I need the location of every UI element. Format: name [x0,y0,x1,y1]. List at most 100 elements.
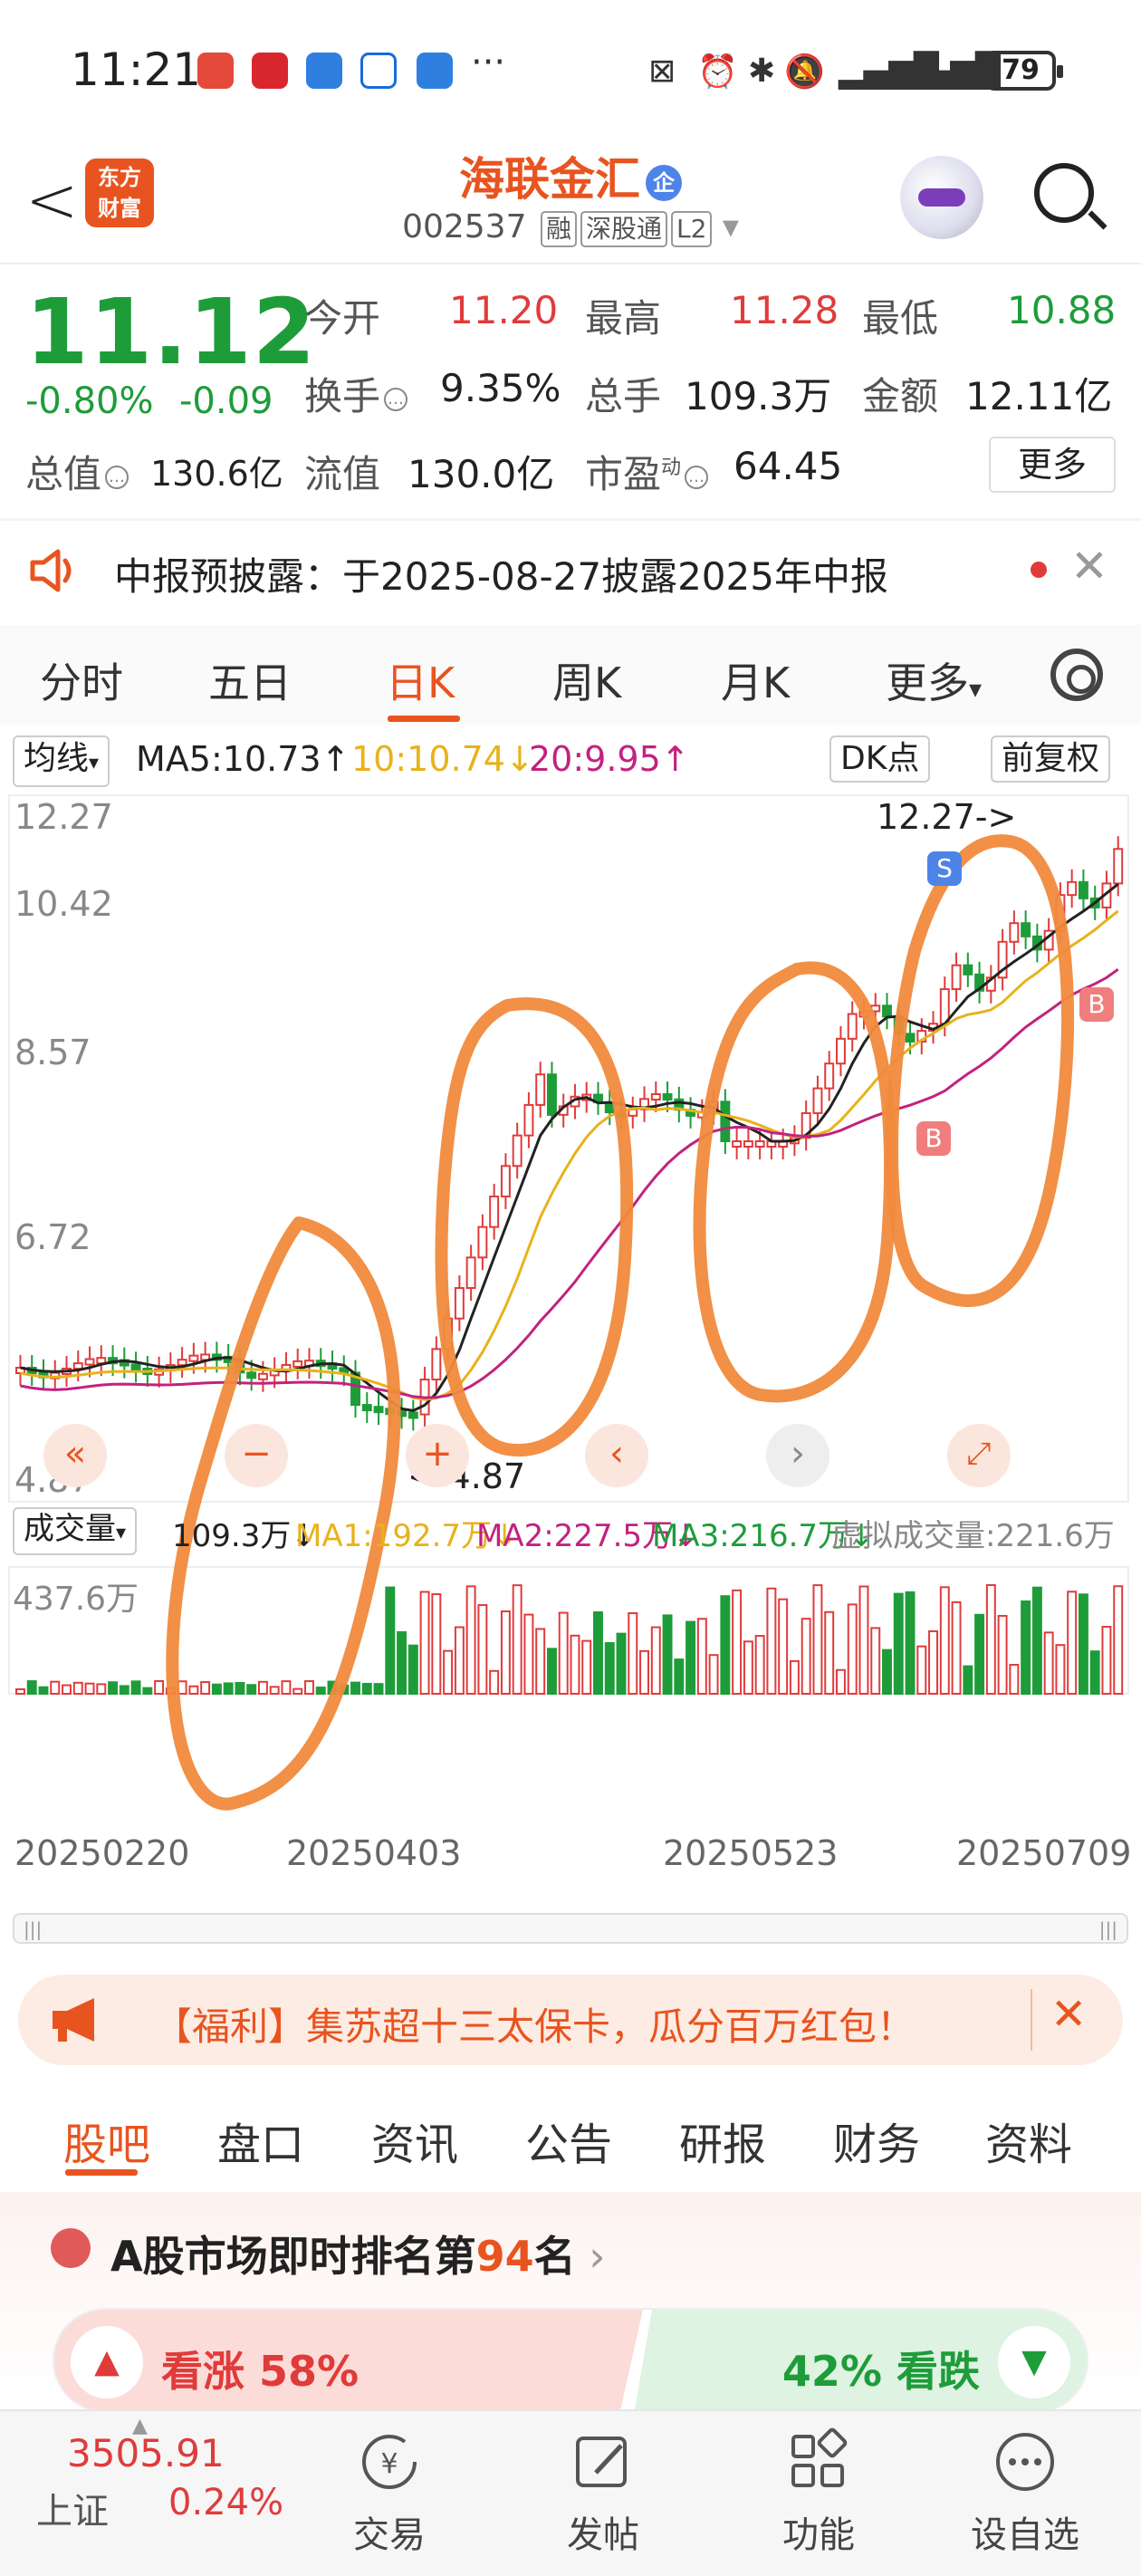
close-icon[interactable]: ✕ [1070,540,1108,592]
candle-body [743,1140,753,1148]
tab-news[interactable]: 资讯 [371,2109,458,2172]
prev-button[interactable]: ‹ [585,1424,648,1487]
volume-bar [870,1627,881,1696]
info-icon[interactable]: … [685,465,709,489]
nav-add-watchlist[interactable]: 设自选 [962,2427,1088,2558]
sell-marker[interactable]: S [927,851,962,886]
tab-daily-k[interactable]: 日K [386,650,455,710]
volume-bar [812,1584,823,1696]
volume-label: 总手 [585,374,662,418]
expand-icon[interactable]: ▾ [723,208,739,245]
index-value[interactable]: 3505.91 [67,2431,225,2475]
tab-research[interactable]: 研报 [679,2109,766,2172]
nav-functions[interactable]: 功能 [755,2427,882,2558]
tab-five-day[interactable]: 五日 [208,650,292,710]
volume-bar [858,1585,869,1695]
chart-range-scrollbar[interactable]: ||| ||| [13,1913,1128,1944]
bear-text: 42% 看跌 [781,2347,980,2396]
float-cap-value: 130.0亿 [408,452,555,496]
nav-trade[interactable]: ¥ 交易 [326,2427,453,2558]
unread-dot [1031,562,1047,578]
assistant-avatar[interactable] [900,156,983,239]
rewind-button[interactable]: « [43,1424,107,1487]
candle-body [1021,922,1031,937]
info-icon[interactable]: … [105,465,129,489]
info-icon[interactable]: … [384,387,408,411]
price-panel-frame [8,794,1129,1503]
tab-financials[interactable]: 财务 [833,2109,920,2172]
tab-more[interactable]: 更多▾ [886,650,982,710]
more-notifications-icon: ··· [471,42,506,83]
zoom-in-button[interactable]: + [406,1424,469,1487]
volume-bar [963,1665,973,1695]
more-button[interactable]: 更多 [989,437,1116,493]
candle-body [373,1406,384,1414]
adjust-button[interactable]: 前复权 [991,735,1111,783]
candle-body [835,1037,846,1065]
volume-bar [985,1584,996,1696]
buy-marker[interactable]: B [916,1121,951,1156]
index-name: 上证 [36,2491,109,2533]
kline-chart[interactable] [0,788,1141,1902]
announcement-bar[interactable]: 中报预披露：于2025-08-27披露2025年中报 [0,521,1141,620]
virtual-volume: 虚拟成交量:221.6万 [831,1518,1115,1554]
vote-down-button[interactable]: ▼ [998,2326,1070,2398]
ma-lines-group [20,882,1119,1412]
candle-body [847,1013,858,1040]
more-icon [962,2427,1088,2496]
volume-bar [62,1684,72,1695]
tab-profile[interactable]: 资料 [985,2109,1072,2172]
search-icon[interactable] [1034,163,1094,223]
volume-bar [315,1687,326,1695]
message-notification-icon [306,53,342,89]
period-tabs: 分时 五日 日K 周K 月K 更多▾ [0,625,1141,725]
divider [1031,1989,1032,2051]
tab-order-book[interactable]: 盘口 [217,2109,304,2172]
right-handle[interactable]: ||| [1099,1918,1117,1940]
stock-header: < 东方 财富 海联金汇企 002537 融深股通 L2 ▾ [0,136,1141,263]
volume-bar [500,1610,511,1695]
date-label: 20250523 [663,1833,839,1873]
next-button[interactable]: › [766,1424,829,1487]
volume-bar [431,1593,442,1696]
vote-up-button[interactable]: ▲ [71,2326,143,2398]
volume-bar [916,1645,927,1695]
status-bar: 11:21 ··· ⊠ ⏰ ✱ 🔕 ▂▄▆█ ▂▄▆█ 79 [0,0,1141,136]
volume-selector[interactable]: 成交量▾ [13,1507,138,1555]
ma-selector[interactable]: 均线▾ [13,735,110,787]
volume-bar [419,1591,430,1696]
left-handle[interactable]: ||| [24,1918,42,1940]
volume-bar [443,1649,454,1695]
tab-forum[interactable]: 股吧 [63,2109,150,2172]
volume-bar [766,1587,777,1695]
change-percent: -0.80% [25,380,154,422]
volume-bar [928,1629,939,1695]
volume-bar [882,1648,892,1696]
candle-body [188,1354,199,1362]
tab-intraday[interactable]: 分时 [40,650,123,710]
tab-announcements[interactable]: 公告 [525,2109,612,2172]
promo-banner[interactable]: 【福利】集苏超十三太保卡，瓜分百万红包！ ✕ [18,1975,1123,2065]
candle-body [431,1348,442,1381]
annotation-loop [435,997,634,1457]
sentiment-vote: ▲ 看涨 58% 42% 看跌 ▼ [53,2308,1088,2413]
buy-marker[interactable]: B [1079,987,1114,1022]
annotation-loop [693,961,897,1403]
settings-icon[interactable] [1050,649,1103,701]
ranking-icon [51,2228,91,2268]
volume-bar [350,1681,360,1695]
candle-body [754,1140,765,1148]
volume-bar [558,1611,569,1695]
zoom-out-button[interactable]: − [225,1424,288,1487]
pe-label: 市盈动… [585,444,709,499]
close-icon[interactable]: ✕ [1050,1989,1087,2040]
volume-bar [754,1635,765,1696]
volume-axis-max: 437.6万 [13,1581,139,1618]
tab-weekly-k[interactable]: 周K [552,650,621,710]
moving-average-line [20,882,1119,1412]
tab-monthly-k[interactable]: 月K [721,650,790,710]
volume-bar [662,1614,673,1696]
nav-post[interactable]: 发帖 [540,2427,666,2558]
fullscreen-button[interactable]: ⤢ [947,1424,1011,1487]
dk-button[interactable]: DK点 [829,735,931,783]
